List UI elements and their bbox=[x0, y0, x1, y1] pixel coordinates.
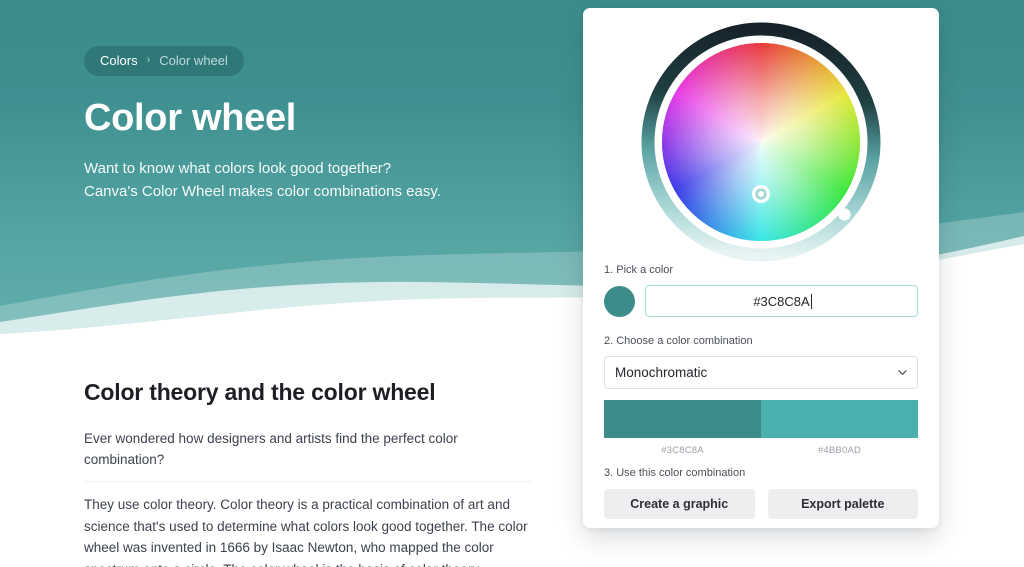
pick-a-color-row bbox=[604, 285, 918, 317]
chevron-right-icon: › bbox=[146, 54, 151, 66]
palette-swatch-label: #4BB0AD bbox=[817, 445, 862, 456]
palette-swatch[interactable] bbox=[604, 400, 761, 438]
color-wheel-tool-panel: 1. Pick a color 2. Choose a color combin… bbox=[583, 8, 939, 528]
breadcrumb-item-colors[interactable]: Colors bbox=[100, 53, 138, 68]
article-section: Color theory and the color wheel Ever wo… bbox=[84, 377, 532, 567]
page-root: Colors › Color wheel Color wheel Want to… bbox=[0, 0, 1024, 567]
article-paragraph-1: They use color theory. Color theory is a… bbox=[84, 497, 528, 567]
hero-content: Colors › Color wheel Color wheel Want to… bbox=[84, 46, 554, 203]
export-palette-button[interactable]: Export palette bbox=[767, 489, 918, 519]
palette-labels: #3C8C8A #4BB0AD bbox=[604, 445, 918, 457]
article-heading: Color theory and the color wheel bbox=[84, 379, 436, 405]
selected-color-swatch[interactable] bbox=[604, 285, 635, 317]
text-cursor bbox=[811, 294, 812, 309]
step-2-label: 2. Choose a color combination bbox=[604, 335, 753, 347]
action-button-row: Create a graphic Export palette bbox=[604, 489, 918, 519]
hero-subtitle-line-1: Want to know what colors look good toget… bbox=[84, 160, 392, 177]
article-divider bbox=[84, 481, 532, 482]
color-tool-form: 1. Pick a color 2. Choose a color combin… bbox=[583, 263, 939, 519]
color-wheel-icon[interactable] bbox=[641, 22, 881, 262]
hero-subtitle: Want to know what colors look good toget… bbox=[84, 157, 554, 203]
hex-color-input[interactable] bbox=[645, 285, 918, 317]
color-combination-select[interactable]: MonochromaticAnalogousComplementaryTriad… bbox=[604, 356, 918, 389]
hero-subtitle-line-2: Canva's Color Wheel makes color combinat… bbox=[84, 183, 441, 200]
breadcrumb-item-current: Color wheel bbox=[159, 53, 228, 68]
step-3-label: 3. Use this color combination bbox=[604, 467, 746, 479]
palette-strip bbox=[604, 400, 918, 438]
create-a-graphic-button[interactable]: Create a graphic bbox=[604, 489, 755, 519]
page-title: Color wheel bbox=[84, 97, 297, 139]
palette-swatch[interactable] bbox=[761, 400, 918, 438]
article-lead-paragraph: Ever wondered how designers and artists … bbox=[84, 431, 458, 467]
step-1-label: 1. Pick a color bbox=[604, 264, 674, 276]
palette-swatch-label: #3C8C8A bbox=[661, 445, 704, 456]
color-wheel-area bbox=[583, 8, 939, 263]
color-combination-select-wrap: MonochromaticAnalogousComplementaryTriad… bbox=[604, 356, 918, 389]
hue-selector-handle bbox=[752, 185, 770, 203]
breadcrumb: Colors › Color wheel bbox=[84, 46, 244, 76]
